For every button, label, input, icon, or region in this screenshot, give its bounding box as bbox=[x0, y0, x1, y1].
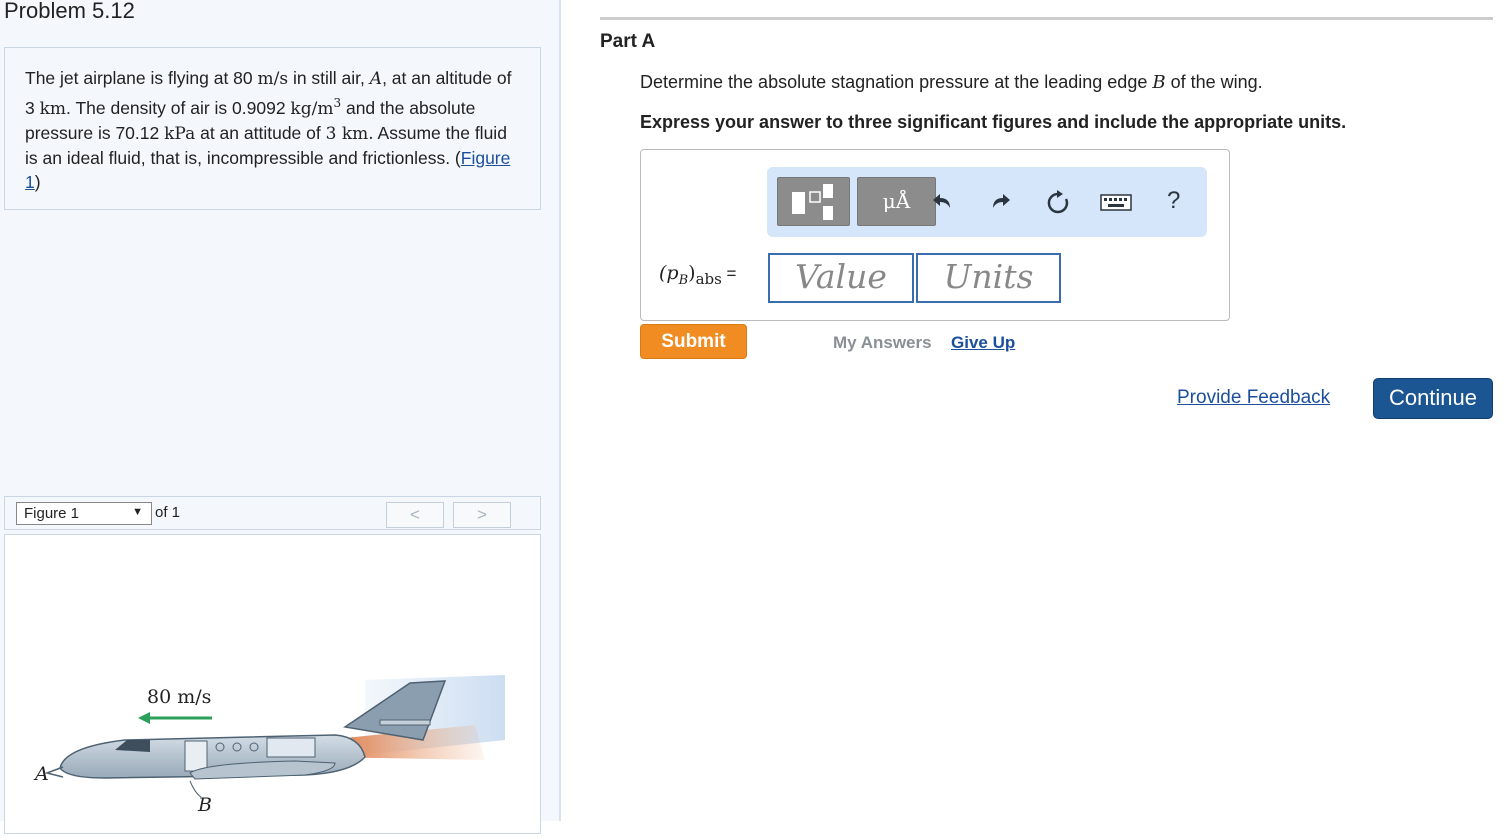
provide-feedback-link[interactable]: Provide Feedback bbox=[1177, 387, 1330, 409]
math-speed-unit: m/s bbox=[258, 69, 289, 89]
figure-count: of 1 bbox=[155, 504, 180, 521]
figure-select-value: Figure 1 bbox=[24, 505, 79, 522]
math-toolbar: μÅ ? bbox=[767, 167, 1207, 237]
submit-button[interactable]: Submit bbox=[640, 324, 747, 359]
reset-icon[interactable] bbox=[1045, 189, 1071, 215]
value-input[interactable]: Value bbox=[768, 253, 914, 303]
label-p: (p bbox=[659, 262, 679, 284]
divider bbox=[600, 17, 1493, 20]
math-km: km bbox=[40, 99, 66, 119]
help-icon[interactable]: ? bbox=[1167, 187, 1180, 215]
answer-instruction: Express your answer to three significant… bbox=[640, 112, 1346, 133]
units-button[interactable]: μÅ bbox=[857, 177, 936, 226]
statement-text: The jet airplane is flying at 80 bbox=[25, 68, 258, 88]
statement-text: . The density of air is 0.9092 bbox=[66, 98, 290, 118]
continue-button[interactable]: Continue bbox=[1373, 378, 1493, 419]
nose-tip bbox=[47, 767, 63, 777]
part-title: Part A bbox=[600, 31, 655, 53]
question-text-post: of the wing. bbox=[1166, 72, 1263, 92]
question-pane: Part A Determine the absolute stagnation… bbox=[561, 0, 1508, 821]
redo-icon[interactable] bbox=[987, 189, 1013, 215]
templates-button[interactable] bbox=[777, 177, 850, 226]
problem-title: Problem 5.12 bbox=[4, 0, 135, 24]
math-superscript: 3 bbox=[333, 96, 341, 110]
statement-text: in still air, bbox=[288, 68, 370, 88]
statement-text: ) bbox=[35, 172, 41, 192]
math-point-b: B bbox=[1152, 72, 1165, 93]
figure-toolbar: Figure 1 ▼ of 1 < > bbox=[4, 496, 541, 530]
answer-variable-label: (pB)abs = bbox=[659, 262, 736, 288]
keyboard-icon[interactable] bbox=[1100, 189, 1132, 215]
point-b-label: B bbox=[197, 794, 212, 816]
problem-statement: The jet airplane is flying at 80 m/s in … bbox=[4, 47, 541, 210]
next-figure-button[interactable]: > bbox=[453, 502, 511, 528]
undo-icon[interactable] bbox=[930, 189, 956, 215]
label-sub-abs: abs bbox=[696, 270, 722, 288]
cabin-door bbox=[185, 741, 207, 771]
math-density-unit: kg/m bbox=[290, 99, 333, 119]
speed-label: 80 m/s bbox=[147, 686, 211, 708]
chevron-down-icon: ▼ bbox=[132, 506, 143, 518]
units-input[interactable]: Units bbox=[916, 253, 1061, 303]
label-equals: = bbox=[722, 264, 737, 283]
problem-pane: Problem 5.12 The jet airplane is flying … bbox=[0, 0, 561, 821]
question-text-pre: Determine the absolute stagnation pressu… bbox=[640, 72, 1152, 92]
engine-nacelle bbox=[267, 738, 315, 757]
question-text: Determine the absolute stagnation pressu… bbox=[640, 72, 1263, 93]
point-a-label: A bbox=[33, 763, 49, 785]
figure-panel: 80 m/s A B bbox=[4, 534, 541, 834]
statement-text: at an attitude of bbox=[195, 123, 325, 143]
math-altitude: 3 km. bbox=[326, 124, 374, 144]
tail-stabilizer bbox=[380, 720, 430, 725]
label-close: ) bbox=[688, 262, 695, 284]
jet-airplane-figure: 80 m/s A B bbox=[5, 535, 542, 835]
velocity-arrow-head bbox=[138, 712, 150, 724]
my-answers-link[interactable]: My Answers bbox=[833, 333, 932, 353]
templates-icon bbox=[778, 178, 851, 227]
math-kpa: kPa bbox=[164, 124, 195, 144]
label-sub-b: B bbox=[679, 273, 689, 288]
answer-panel: μÅ ? (pB)abs = Value Units bbox=[640, 149, 1230, 321]
give-up-link[interactable]: Give Up bbox=[951, 333, 1015, 353]
figure-select[interactable]: Figure 1 ▼ bbox=[16, 502, 152, 525]
math-point-a: A bbox=[370, 69, 382, 89]
prev-figure-button[interactable]: < bbox=[386, 502, 444, 528]
